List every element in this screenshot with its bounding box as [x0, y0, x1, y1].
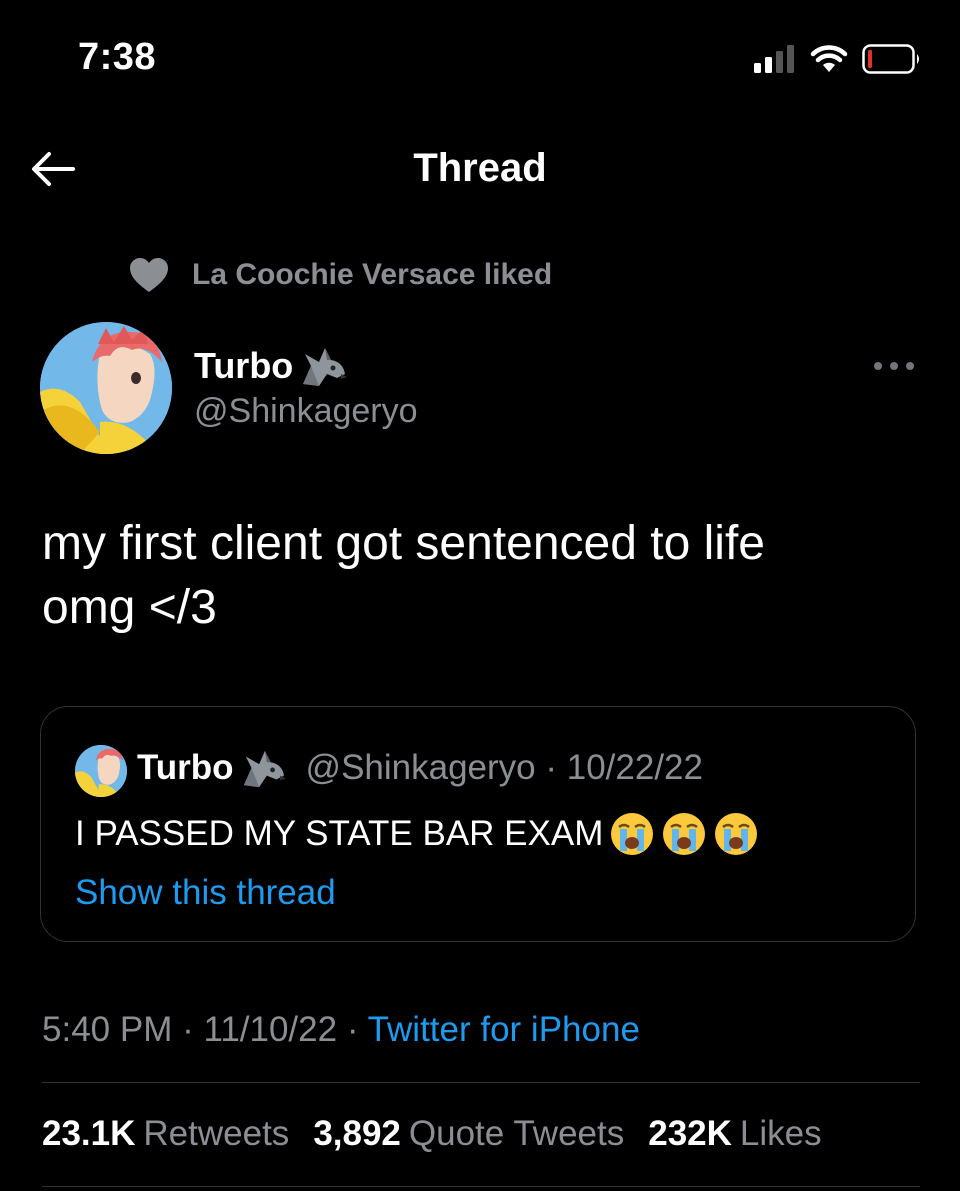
retweets-label: Retweets: [143, 1114, 290, 1153]
engagement-stats: 23.1K Retweets 3,892 Quote Tweets 232K Like…: [42, 1114, 822, 1154]
more-dot: [906, 362, 914, 370]
page-title: Thread: [413, 146, 547, 190]
quoted-header: Turbo @Shinkageryo · 10/22/22: [137, 747, 703, 789]
loudly-crying-face-icon: [715, 813, 758, 855]
quote-tweets-stat[interactable]: 3,892 Quote Tweets: [313, 1114, 624, 1154]
more-dot: [874, 362, 882, 370]
quoted-meta: @Shinkageryo · 10/22/22: [305, 748, 703, 787]
loudly-crying-face-icon: [663, 813, 706, 855]
quoted-text: I PASSED MY STATE BAR EXAM: [75, 814, 604, 853]
author-name: Turbo: [194, 345, 294, 386]
quote-tweets-label: Quote Tweets: [408, 1114, 625, 1153]
battery-icon: [862, 44, 919, 74]
divider: [42, 1082, 920, 1083]
loudly-crying-face-icon: [611, 813, 654, 855]
social-context: La Coochie Versace liked: [128, 256, 552, 294]
divider: [42, 1186, 920, 1187]
retweets-stat[interactable]: 23.1K Retweets: [42, 1114, 289, 1154]
social-context-label: La Coochie Versace liked: [192, 258, 553, 291]
quoted-tweet-card[interactable]: Turbo @Shinkageryo · 10/22/22 I PASSED M…: [40, 706, 916, 942]
status-icons: [754, 44, 922, 74]
heart-icon: [130, 258, 168, 292]
likes-label: Likes: [739, 1114, 822, 1153]
wolf-icon: [243, 750, 286, 788]
author-handle[interactable]: @Shinkageryo: [194, 392, 418, 431]
status-time: 7:38: [78, 36, 157, 78]
quoted-text-row: I PASSED MY STATE BAR EXAM: [75, 811, 759, 857]
quoted-author-name: Turbo: [137, 748, 234, 787]
more-options-button[interactable]: [874, 356, 914, 376]
timestamp-text[interactable]: 5:40 PM · 11/10/22 ·: [42, 1010, 368, 1049]
quote-tweets-count: 3,892: [313, 1114, 401, 1153]
tweet-text: my first client got sentenced to life om…: [42, 517, 765, 634]
wolf-icon: [303, 348, 348, 386]
likes-count: 232K: [648, 1114, 732, 1153]
author-name-row[interactable]: Turbo: [194, 344, 349, 388]
more-dot: [890, 362, 898, 370]
tweet-timestamp: 5:40 PM · 11/10/22 · Twitter for iPhone: [42, 1010, 640, 1050]
likes-stat[interactable]: 232K Likes: [648, 1114, 821, 1154]
quoted-avatar: [75, 745, 127, 797]
cellular-signal-icon: [754, 45, 794, 73]
source-link[interactable]: Twitter for iPhone: [368, 1010, 640, 1049]
quoted-avatar-image: [75, 745, 127, 797]
retweets-count: 23.1K: [42, 1114, 136, 1153]
show-thread-link[interactable]: Show this thread: [75, 873, 336, 913]
wifi-icon: [810, 45, 848, 72]
avatar-image: [40, 322, 172, 454]
avatar[interactable]: [40, 322, 172, 454]
